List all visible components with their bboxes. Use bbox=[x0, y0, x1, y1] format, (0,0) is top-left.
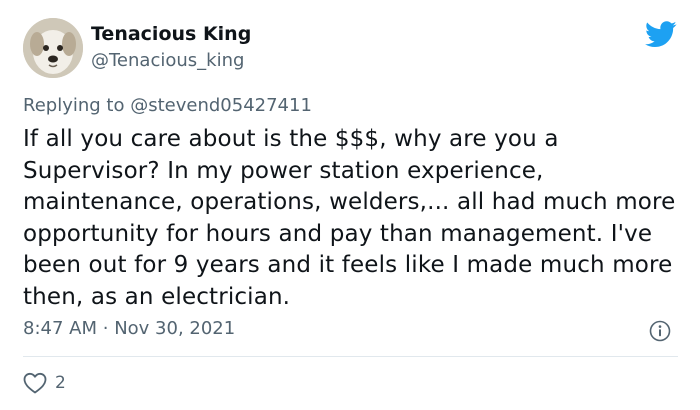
tweet-card: Tenacious King @Tenacious_king Replying … bbox=[0, 0, 700, 410]
tweet-text: If all you care about is the $$$, why ar… bbox=[23, 126, 676, 310]
divider bbox=[23, 356, 678, 357]
tweet-date: Nov 30, 2021 bbox=[114, 318, 236, 339]
info-icon[interactable] bbox=[649, 320, 671, 342]
replying-to-line: Replying to @stevend05427411 bbox=[23, 95, 312, 116]
heart-icon bbox=[23, 372, 47, 394]
replying-to-label: Replying to bbox=[23, 95, 125, 116]
timestamp-separator: · bbox=[102, 318, 109, 339]
tweet-timestamp[interactable]: 8:47 AM · Nov 30, 2021 bbox=[23, 318, 235, 339]
avatar[interactable] bbox=[23, 18, 83, 78]
dog-avatar-image bbox=[23, 18, 83, 78]
like-button[interactable]: 2 bbox=[23, 370, 66, 396]
like-count: 2 bbox=[55, 373, 66, 393]
twitter-bird-icon[interactable] bbox=[645, 21, 677, 48]
reply-mention-link[interactable]: @stevend05427411 bbox=[130, 95, 312, 116]
tweet-time: 8:47 AM bbox=[23, 318, 97, 339]
author-display-name[interactable]: Tenacious King bbox=[91, 23, 251, 45]
author-handle[interactable]: @Tenacious_king bbox=[91, 50, 244, 71]
